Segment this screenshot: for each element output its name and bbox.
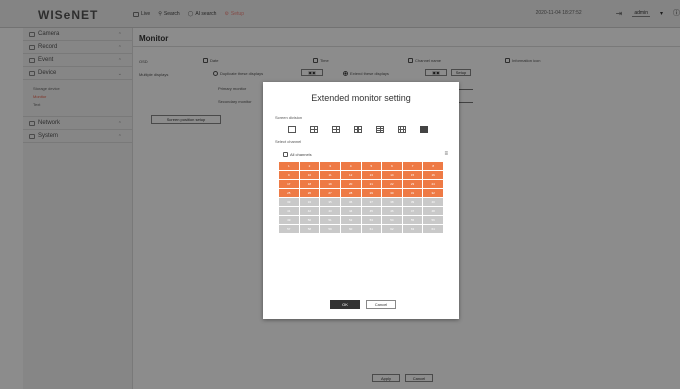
- channel-cell[interactable]: 1: [279, 162, 299, 170]
- channel-grid: 1 2 3 4 5 6 7 8 9 10 11 12 13 14 15 16 17 18 19 20 21 22 23 24 2…: [279, 162, 443, 233]
- channel-cell[interactable]: 60: [340, 225, 361, 233]
- list-icon[interactable]: ≡: [444, 151, 448, 157]
- all-channels-label: All channels: [290, 152, 312, 157]
- channel-cell[interactable]: 61: [361, 225, 382, 233]
- channel-cell[interactable]: 25: [279, 189, 299, 197]
- channel-cell[interactable]: 23: [402, 180, 423, 188]
- extended-monitor-dialog: Extended monitor setting Screen division…: [263, 82, 459, 319]
- channel-cell[interactable]: 20: [340, 180, 361, 188]
- split-9-icon[interactable]: [354, 126, 362, 133]
- channel-cell[interactable]: 6: [382, 162, 402, 170]
- channel-cell[interactable]: 13: [361, 171, 382, 179]
- channel-cell[interactable]: 19: [320, 180, 340, 188]
- channel-cell[interactable]: 54: [382, 216, 402, 224]
- channel-cell[interactable]: 22: [382, 180, 402, 188]
- channel-cell[interactable]: 34: [299, 198, 320, 206]
- channel-cell[interactable]: 62: [382, 225, 402, 233]
- channel-cell[interactable]: 26: [299, 189, 320, 197]
- dialog-cancel-button[interactable]: Cancel: [366, 300, 396, 309]
- channel-cell[interactable]: 8: [423, 162, 443, 170]
- ok-button[interactable]: OK: [330, 300, 360, 309]
- split-1-icon[interactable]: [288, 126, 296, 133]
- channel-cell[interactable]: 24: [423, 180, 443, 188]
- channel-cell[interactable]: 21: [361, 180, 382, 188]
- channel-cell[interactable]: 57: [279, 225, 299, 233]
- channel-cell[interactable]: 18: [299, 180, 320, 188]
- split-13-icon[interactable]: [376, 126, 384, 133]
- split-6-icon[interactable]: [332, 126, 340, 133]
- channel-cell[interactable]: 49: [279, 216, 299, 224]
- channel-cell[interactable]: 59: [320, 225, 340, 233]
- channel-cell[interactable]: 47: [402, 207, 423, 215]
- channel-cell[interactable]: 9: [279, 171, 299, 179]
- channel-cell[interactable]: 41: [279, 207, 299, 215]
- channel-cell[interactable]: 46: [382, 207, 402, 215]
- channel-cell[interactable]: 39: [402, 198, 423, 206]
- channel-cell[interactable]: 48: [423, 207, 443, 215]
- channel-cell[interactable]: 35: [320, 198, 340, 206]
- channel-cell[interactable]: 55: [402, 216, 423, 224]
- channel-cell[interactable]: 4: [340, 162, 361, 170]
- channel-cell[interactable]: 32: [423, 189, 443, 197]
- split-4-icon[interactable]: [310, 126, 318, 133]
- channel-cell[interactable]: 16: [423, 171, 443, 179]
- channel-cell[interactable]: 51: [320, 216, 340, 224]
- channel-cell[interactable]: 17: [279, 180, 299, 188]
- channel-cell[interactable]: 53: [361, 216, 382, 224]
- channel-cell[interactable]: 56: [423, 216, 443, 224]
- screen-division-options: [288, 126, 428, 133]
- channel-cell[interactable]: 15: [402, 171, 423, 179]
- channel-cell[interactable]: 64: [423, 225, 443, 233]
- channel-cell[interactable]: 50: [299, 216, 320, 224]
- channel-cell[interactable]: 45: [361, 207, 382, 215]
- channel-cell[interactable]: 36: [340, 198, 361, 206]
- dialog-title: Extended monitor setting: [311, 93, 411, 103]
- channel-cell[interactable]: 33: [279, 198, 299, 206]
- channel-cell[interactable]: 11: [320, 171, 340, 179]
- select-channel-label: Select channel: [275, 139, 302, 144]
- channel-cell[interactable]: 44: [340, 207, 361, 215]
- channel-cell[interactable]: 38: [382, 198, 402, 206]
- all-channels-checkbox[interactable]: [283, 152, 288, 157]
- channel-cell[interactable]: 12: [340, 171, 361, 179]
- channel-cell[interactable]: 40: [423, 198, 443, 206]
- channel-cell[interactable]: 10: [299, 171, 320, 179]
- channel-cell[interactable]: 7: [402, 162, 423, 170]
- channel-cell[interactable]: 63: [402, 225, 423, 233]
- channel-cell[interactable]: 30: [382, 189, 402, 197]
- split-16-icon[interactable]: [398, 126, 406, 133]
- all-channels-option[interactable]: All channels: [283, 152, 312, 157]
- screen-division-label: Screen division: [275, 115, 303, 120]
- channel-cell[interactable]: 29: [361, 189, 382, 197]
- channel-cell[interactable]: 5: [361, 162, 382, 170]
- channel-cell[interactable]: 37: [361, 198, 382, 206]
- channel-cell[interactable]: 42: [299, 207, 320, 215]
- channel-cell[interactable]: 31: [402, 189, 423, 197]
- channel-cell[interactable]: 14: [382, 171, 402, 179]
- channel-cell[interactable]: 27: [320, 189, 340, 197]
- split-32-icon[interactable]: [420, 126, 428, 133]
- channel-cell[interactable]: 28: [340, 189, 361, 197]
- channel-cell[interactable]: 3: [320, 162, 340, 170]
- channel-cell[interactable]: 2: [299, 162, 320, 170]
- channel-cell[interactable]: 43: [320, 207, 340, 215]
- channel-cell[interactable]: 52: [340, 216, 361, 224]
- channel-cell[interactable]: 58: [299, 225, 320, 233]
